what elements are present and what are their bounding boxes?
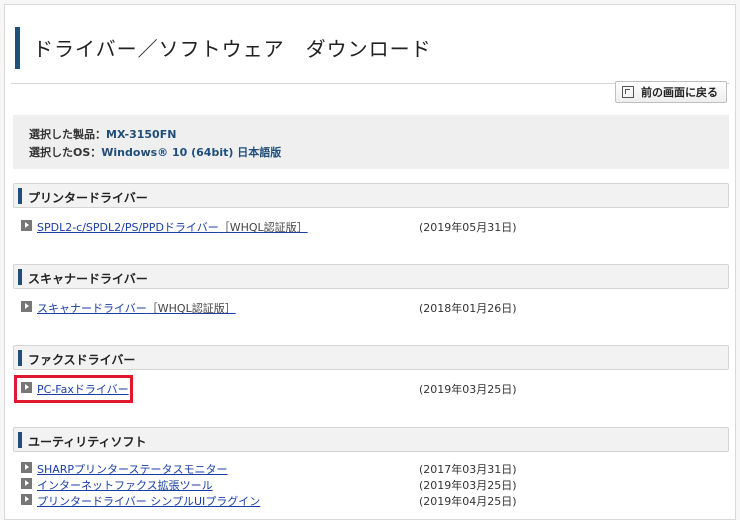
item-note: ［WHQL認証版］ [218,221,308,234]
arrow-icon [21,220,32,231]
arrow-icon [21,494,32,505]
list-item: インターネットファクス拡張ツール (2019年03月25日) [21,476,721,492]
section-accent-bar [18,432,22,448]
item-date: (2019年03月25日) [419,383,517,396]
item-date: (2019年03月25日) [419,479,517,492]
highlight-box [14,375,133,403]
download-link[interactable]: SHARPプリンターステータスモニター [37,461,228,477]
selected-os-row: 選択したOS：Windows® 10 (64bit) 日本語版 [29,144,729,162]
section-accent-bar [18,188,22,204]
section-printer-driver: プリンタードライバー [13,183,729,208]
selected-product-value: MX-3150FN [106,128,177,141]
back-button-label: 前の画面に戻る [641,86,718,99]
section-title: ファクスドライバー [28,353,136,367]
back-button[interactable]: 前の画面に戻る [615,81,727,103]
list-item: プリンタードライバー シンプルUIプラグイン (2019年04月25日) [21,492,721,508]
selected-os-value: Windows® 10 (64bit) 日本語版 [101,146,282,159]
arrow-icon [21,301,32,312]
section-accent-bar [18,269,22,285]
selected-product-row: 選択した製品：MX-3150FN [29,126,729,144]
section-title: スキャナードライバー [28,272,148,286]
selected-os-label: 選択したOS： [29,146,102,159]
section-title: ユーティリティソフト [28,435,147,449]
arrow-icon [21,462,32,473]
section-scanner-driver: スキャナードライバー [13,264,729,289]
download-link[interactable]: SPDL2-c/SPDL2/PS/PPDドライバー［WHQL認証版］ [37,219,308,235]
list-item: スキャナードライバー［WHQL認証版］ (2018年01月26日) [21,299,721,315]
back-icon [622,86,634,98]
selected-product-panel: 選択した製品：MX-3150FN 選択したOS：Windows® 10 (64b… [13,115,729,169]
page-header: ドライバー／ソフトウェア ダウンロード [11,13,730,84]
list-item: SPDL2-c/SPDL2/PS/PPDドライバー［WHQL認証版］ (2019… [21,218,721,234]
item-note: ［WHQL認証版］ [146,302,236,315]
download-link[interactable]: スキャナードライバー［WHQL認証版］ [37,300,236,316]
selected-product-label: 選択した製品： [29,128,106,141]
download-link[interactable]: インターネットファクス拡張ツール [37,477,213,493]
section-accent-bar [18,350,22,366]
item-date: (2019年05月31日) [419,221,517,234]
section-title: プリンタードライバー [28,191,148,205]
title-accent-bar [15,27,20,69]
section-fax-driver: ファクスドライバー [13,345,729,370]
item-date: (2019年04月25日) [419,495,517,508]
page-title: ドライバー／ソフトウェア ダウンロード [33,37,432,61]
item-date: (2017年03月31日) [419,463,517,476]
download-link[interactable]: プリンタードライバー シンプルUIプラグイン [37,493,260,509]
section-utility-software: ユーティリティソフト [13,427,729,452]
item-date: (2018年01月26日) [419,302,517,315]
download-page: ドライバー／ソフトウェア ダウンロード 前の画面に戻る 選択した製品：MX-31… [4,4,736,520]
list-item: SHARPプリンターステータスモニター (2017年03月31日) [21,460,721,476]
arrow-icon [21,478,32,489]
